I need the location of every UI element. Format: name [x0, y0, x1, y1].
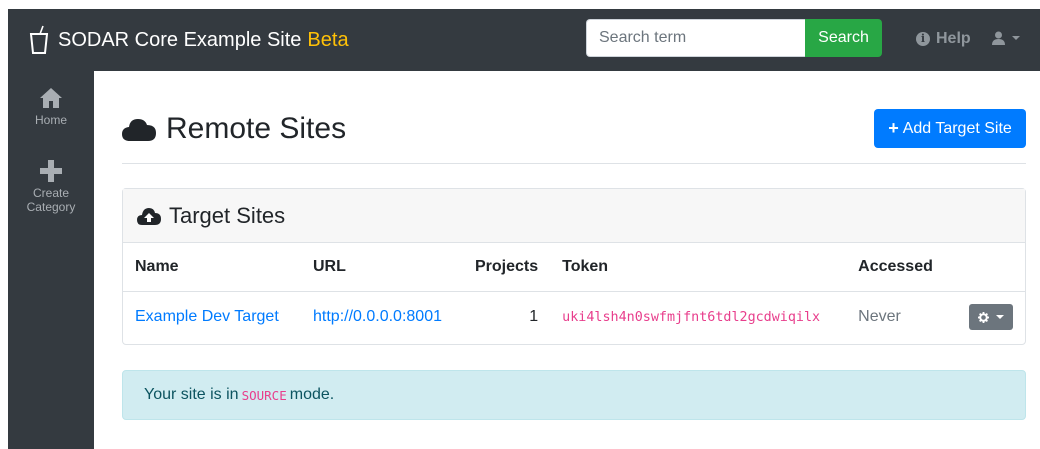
- home-icon: [40, 88, 62, 108]
- caret-down-icon: [1012, 36, 1020, 40]
- top-navbar: SODAR Core Example Site Beta Search i He…: [8, 9, 1040, 71]
- site-projects-count: 1: [529, 308, 539, 326]
- column-header-accessed: Accessed: [846, 243, 953, 292]
- column-header-projects: Projects: [463, 243, 551, 292]
- site-mode-alert: Your site is in SOURCE mode.: [122, 370, 1026, 420]
- brand-name: SODAR Core Example Site: [58, 28, 302, 51]
- sidebar-item-label: Home: [34, 113, 67, 127]
- plus-icon: +: [888, 118, 899, 138]
- plus-icon: [40, 160, 62, 182]
- column-header-actions: [953, 243, 1025, 292]
- site-url-link[interactable]: http://0.0.0.0:8001: [313, 308, 442, 325]
- page-title-text: Remote Sites: [166, 112, 347, 145]
- table-row: Example Dev Target http://0.0.0.0:8001 1…: [123, 291, 1025, 343]
- info-circle-icon: i: [916, 32, 930, 46]
- alert-mode: SOURCE: [241, 387, 287, 403]
- column-header-url: URL: [301, 243, 463, 292]
- search-form: Search: [586, 19, 882, 57]
- page-title: Remote Sites: [122, 112, 346, 146]
- brand[interactable]: SODAR Core Example Site Beta: [28, 25, 349, 55]
- alert-prefix: Your site is in: [144, 386, 239, 403]
- site-token: uki4lsh4n0swfmjfnt6tdl2gcdwiqilx: [562, 310, 821, 326]
- site-actions-dropdown[interactable]: [969, 304, 1013, 331]
- cup-logo-icon: [29, 25, 49, 54]
- cloud-icon: [122, 119, 156, 141]
- divider: [122, 163, 1026, 164]
- site-accessed: Never: [858, 308, 901, 326]
- card-title: Target Sites: [169, 202, 286, 228]
- app-frame: SODAR Core Example Site Beta Search i He…: [8, 9, 1040, 449]
- sidebar-item-label: Create Category: [26, 186, 76, 214]
- table-header-row: Name URL Projects Token Accessed: [123, 243, 1025, 292]
- gear-icon: [978, 311, 989, 323]
- alert-suffix: mode.: [289, 386, 335, 403]
- column-header-name: Name: [123, 243, 301, 292]
- sidebar: Home Create Category: [8, 71, 94, 449]
- caret-down-icon: [996, 315, 1004, 320]
- card-header: Target Sites: [123, 189, 1025, 243]
- sidebar-item-create-category[interactable]: Create Category: [8, 160, 94, 214]
- sidebar-item-home[interactable]: Home: [8, 87, 94, 127]
- column-header-token: Token: [550, 243, 847, 292]
- help-link[interactable]: i Help: [916, 30, 971, 48]
- site-name-link[interactable]: Example Dev Target: [135, 308, 279, 325]
- target-sites-card: Target Sites Name URL Projects Token Acc…: [122, 188, 1026, 345]
- help-label: Help: [936, 30, 971, 47]
- target-sites-table: Name URL Projects Token Accessed Example…: [123, 243, 1025, 343]
- brand-badge: Beta: [307, 28, 349, 51]
- user-icon: [992, 31, 1005, 45]
- cloud-upload-icon: [137, 207, 161, 225]
- user-dropdown[interactable]: [992, 31, 1020, 45]
- search-button[interactable]: Search: [805, 19, 882, 57]
- search-input[interactable]: [586, 19, 805, 57]
- add-target-site-button[interactable]: + Add Target Site: [874, 109, 1026, 148]
- add-button-label: Add Target Site: [902, 119, 1012, 137]
